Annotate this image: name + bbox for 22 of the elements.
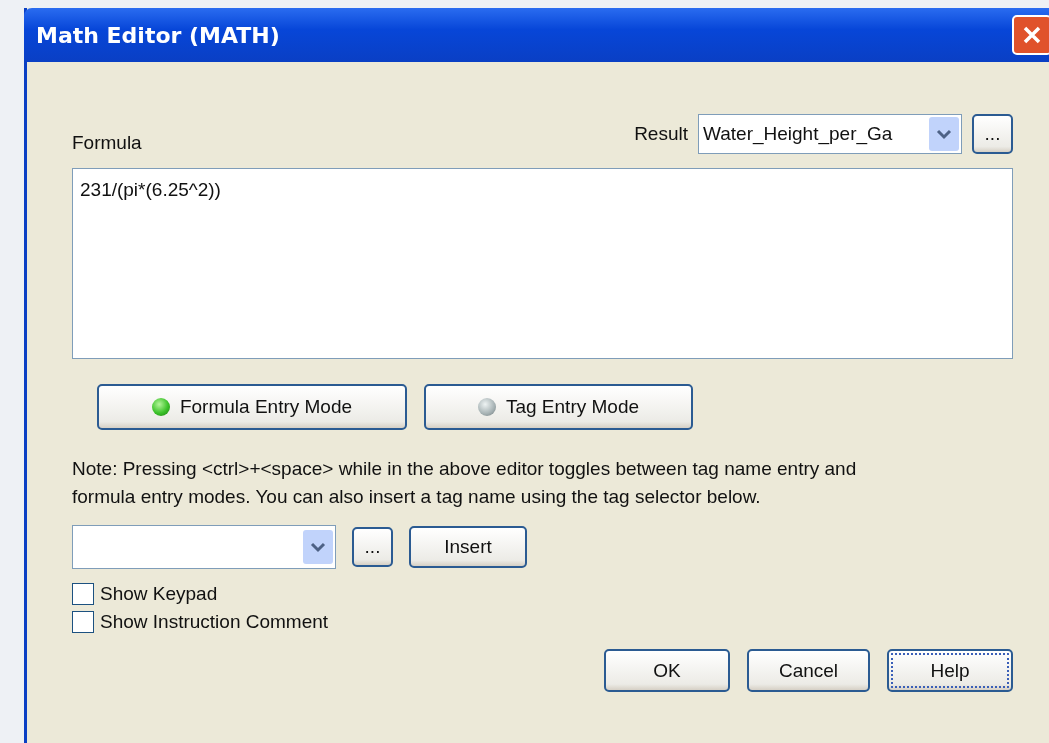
dialog-button[interactable]: OK [604, 649, 730, 692]
formula-label: Formula [72, 132, 142, 154]
result-dropdown[interactable]: Water_Height_per_Ga [698, 114, 962, 154]
dialog-button[interactable]: Help [887, 649, 1013, 692]
checkbox[interactable] [72, 583, 94, 605]
tag-dropdown[interactable] [72, 525, 336, 569]
checkbox-label: Show Keypad [100, 583, 218, 605]
browse-button[interactable]: ... [972, 114, 1013, 154]
result-label: Result [634, 123, 688, 145]
browse-button[interactable]: ... [352, 527, 393, 567]
close-icon[interactable] [1012, 15, 1049, 55]
insert-button[interactable]: Insert [409, 526, 527, 568]
caret-icon[interactable] [303, 530, 333, 564]
formula-editor[interactable]: 231/(pi*(6.25^2)) [72, 168, 1013, 359]
checkbox-label: Show Instruction Comment [100, 611, 329, 633]
caret-icon[interactable] [929, 117, 959, 151]
note-text: Note: Pressing <ctrl>+<space> while in the above editor toggles between tag name entry and formula entry modes. You can also insert a tag name using the tag selector below. [72, 457, 858, 509]
window-title: Math Editor (MATH) [35, 22, 280, 48]
mode-button[interactable]: Formula Entry Mode [97, 384, 407, 430]
mode-button[interactable]: Tag Entry Mode [424, 384, 693, 430]
dialog-button[interactable]: Cancel [747, 649, 870, 692]
checkbox[interactable] [72, 611, 94, 633]
